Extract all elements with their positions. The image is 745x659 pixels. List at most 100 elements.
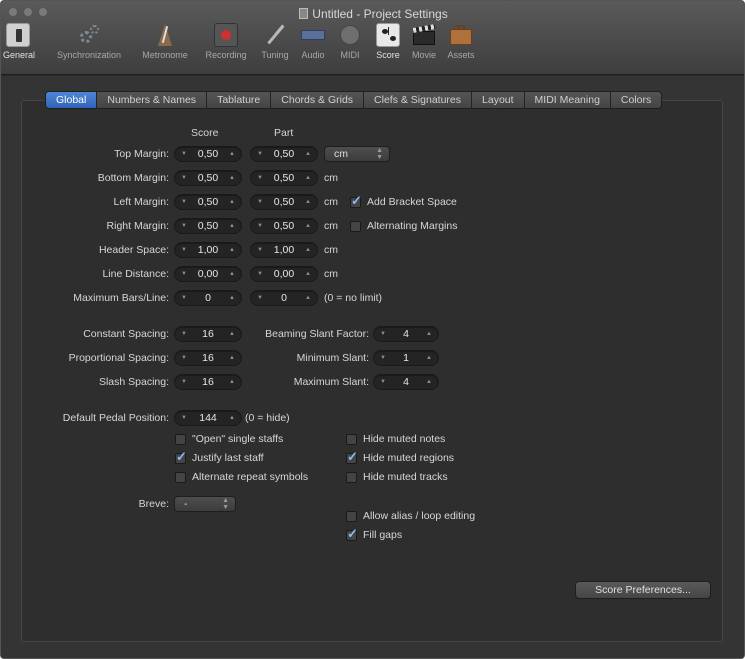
- allow-alias-loop-editing-checkbox[interactable]: [346, 511, 357, 522]
- right-margin-part-stepper[interactable]: ▼ 0,50 ▲: [250, 218, 318, 234]
- unit-label: cm: [324, 220, 338, 232]
- bottom-margin-score-stepper[interactable]: ▼ 0,50 ▲: [174, 170, 242, 186]
- increment-icon[interactable]: ▲: [225, 291, 239, 305]
- tab-numbers-names[interactable]: Numbers & Names: [97, 92, 208, 108]
- increment-icon[interactable]: ▲: [301, 267, 315, 281]
- toolbar-audio[interactable]: Audio: [297, 23, 329, 60]
- movie-icon: [412, 23, 436, 47]
- justify-last-staff-checkbox[interactable]: ✓: [175, 449, 187, 464]
- header-space-score-stepper[interactable]: ▼ 1,00 ▲: [174, 242, 242, 258]
- maximum-bars-part-stepper[interactable]: ▼ 0 ▲: [250, 290, 318, 306]
- open-single-staffs-checkbox[interactable]: [175, 434, 186, 445]
- tab-clefs-signatures[interactable]: Clefs & Signatures: [364, 92, 473, 108]
- line-distance-part-stepper[interactable]: ▼ 0,00 ▲: [250, 266, 318, 282]
- proportional-spacing-stepper[interactable]: ▼ 16 ▲: [174, 350, 242, 366]
- toolbar-general[interactable]: General: [3, 23, 35, 60]
- increment-icon[interactable]: ▲: [301, 243, 315, 257]
- beaming-slant-factor-stepper[interactable]: ▼ 4 ▲: [373, 326, 439, 342]
- increment-icon[interactable]: ▲: [301, 195, 315, 209]
- increment-icon[interactable]: ▲: [225, 147, 239, 161]
- slash-spacing-stepper[interactable]: ▼ 16 ▲: [174, 374, 242, 390]
- toolbar-movie[interactable]: Movie: [407, 23, 441, 60]
- increment-icon[interactable]: ▲: [301, 291, 315, 305]
- top-margin-label: Top Margin:: [114, 148, 169, 160]
- toolbar-tuning[interactable]: Tuning: [257, 23, 293, 60]
- increment-icon[interactable]: ▲: [225, 351, 239, 365]
- header-space-part-stepper[interactable]: ▼ 1,00 ▲: [250, 242, 318, 258]
- toolbar-assets[interactable]: Assets: [443, 23, 479, 60]
- minimum-slant-label: Minimum Slant:: [296, 352, 369, 364]
- alternate-repeat-symbols-label: Alternate repeat symbols: [192, 471, 309, 483]
- tab-colors[interactable]: Colors: [611, 92, 661, 108]
- window-title: Untitled - Project Settings: [1, 7, 744, 21]
- hide-muted-notes-checkbox[interactable]: [346, 434, 357, 445]
- increment-icon[interactable]: ▲: [301, 171, 315, 185]
- toolbar-recording[interactable]: Recording: [201, 23, 251, 60]
- default-pedal-position-label: Default Pedal Position:: [62, 412, 169, 424]
- tab-global[interactable]: Global: [46, 92, 98, 108]
- minimum-slant-stepper[interactable]: ▼ 1 ▲: [373, 350, 439, 366]
- recording-icon: [214, 23, 238, 47]
- justify-last-staff-label: Justify last staff: [192, 452, 264, 464]
- toolbar-synchronization[interactable]: Synchronization: [45, 23, 133, 60]
- maximum-bars-score-stepper[interactable]: ▼ 0 ▲: [174, 290, 242, 306]
- checkmark-icon: ✓: [176, 449, 187, 464]
- default-pedal-position-stepper[interactable]: ▼ 144 ▲: [174, 410, 242, 426]
- maximum-slant-stepper[interactable]: ▼ 4 ▲: [373, 374, 439, 390]
- right-margin-score-stepper[interactable]: ▼ 0,50 ▲: [174, 218, 242, 234]
- alternate-repeat-symbols-checkbox[interactable]: [175, 472, 186, 483]
- left-margin-part-stepper[interactable]: ▼ 0,50 ▲: [250, 194, 318, 210]
- increment-icon[interactable]: ▲: [225, 171, 239, 185]
- midi-icon: [338, 23, 362, 47]
- tab-chords-grids[interactable]: Chords & Grids: [271, 92, 365, 108]
- increment-icon[interactable]: ▲: [225, 195, 239, 209]
- tuning-fork-icon: [263, 23, 287, 47]
- constant-spacing-stepper[interactable]: ▼ 16 ▲: [174, 326, 242, 342]
- fill-gaps-checkbox[interactable]: ✓: [346, 526, 358, 541]
- breve-popup[interactable]: - ▲ ▼: [174, 496, 236, 512]
- line-distance-score-stepper[interactable]: ▼ 0,00 ▲: [174, 266, 242, 282]
- synchronization-icon: [77, 23, 101, 47]
- bottom-margin-part-stepper[interactable]: ▼ 0,50 ▲: [250, 170, 318, 186]
- top-margin-score-stepper[interactable]: ▼ 0,50 ▲: [174, 146, 242, 162]
- increment-icon[interactable]: ▲: [225, 267, 239, 281]
- toolbar-score[interactable]: Score: [371, 23, 405, 60]
- hide-muted-regions-label: Hide muted regions: [363, 452, 455, 464]
- increment-icon[interactable]: ▲: [225, 375, 239, 389]
- slash-spacing-label: Slash Spacing:: [98, 376, 169, 388]
- toolbar-midi[interactable]: MIDI: [335, 23, 365, 60]
- maximum-slant-label: Maximum Slant:: [293, 376, 369, 388]
- checkmark-icon: ✓: [347, 526, 358, 541]
- increment-icon[interactable]: ▲: [301, 219, 315, 233]
- increment-icon[interactable]: ▲: [225, 327, 239, 341]
- alternating-margins-checkbox[interactable]: [350, 221, 361, 232]
- increment-icon[interactable]: ▲: [422, 375, 436, 389]
- toolbar-metronome[interactable]: Metronome: [137, 23, 193, 60]
- add-bracket-space-checkbox[interactable]: ✓: [350, 193, 362, 208]
- tab-midi-meaning[interactable]: MIDI Meaning: [525, 92, 611, 108]
- unit-label: cm: [324, 268, 338, 280]
- header-space-label: Header Space:: [98, 244, 169, 256]
- hide-muted-regions-checkbox[interactable]: ✓: [346, 449, 358, 464]
- assets-icon: [449, 23, 473, 47]
- left-margin-score-stepper[interactable]: ▼ 0,50 ▲: [174, 194, 242, 210]
- increment-icon[interactable]: ▲: [301, 147, 315, 161]
- increment-icon[interactable]: ▲: [225, 219, 239, 233]
- increment-icon[interactable]: ▲: [422, 327, 436, 341]
- increment-icon[interactable]: ▲: [422, 351, 436, 365]
- increment-icon[interactable]: ▲: [225, 411, 239, 425]
- tab-layout[interactable]: Layout: [472, 92, 525, 108]
- score-preferences-button[interactable]: Score Preferences...: [575, 581, 711, 599]
- unit-popup[interactable]: cm ▲ ▼: [324, 146, 390, 162]
- top-margin-part-stepper[interactable]: ▼ 0,50 ▲: [250, 146, 318, 162]
- audio-icon: [301, 23, 325, 47]
- unit-label: cm: [324, 172, 338, 184]
- hide-muted-tracks-label: Hide muted tracks: [363, 471, 448, 483]
- increment-icon[interactable]: ▲: [225, 243, 239, 257]
- tab-tablature[interactable]: Tablature: [207, 92, 272, 108]
- hide-muted-tracks-checkbox[interactable]: [346, 472, 357, 483]
- fill-gaps-label: Fill gaps: [363, 529, 403, 541]
- constant-spacing-label: Constant Spacing:: [83, 328, 169, 340]
- allow-alias-loop-editing-label: Allow alias / loop editing: [363, 510, 476, 522]
- score-tab-bar: Global Numbers & Names Tablature Chords …: [45, 91, 663, 109]
